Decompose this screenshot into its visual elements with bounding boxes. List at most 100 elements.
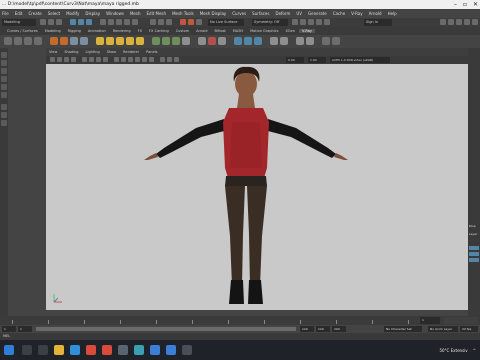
vray-light-icon[interactable]: [80, 37, 88, 45]
snap-grid-icon[interactable]: [100, 19, 106, 25]
shelf-tab[interactable]: Curves / Surfaces: [4, 29, 41, 33]
resolution-gate-icon[interactable]: [96, 57, 101, 62]
edge-browser-icon[interactable]: [70, 345, 80, 355]
menu-item[interactable]: UV: [296, 11, 302, 16]
shelf-tab-active[interactable]: V-Ray: [298, 29, 316, 33]
menu-item[interactable]: Modify: [66, 11, 79, 16]
film-gate-icon[interactable]: [89, 57, 94, 62]
shelf-tab[interactable]: Rendering: [110, 29, 134, 33]
snap-curve-icon[interactable]: [108, 19, 114, 25]
rotate-tool-icon[interactable]: [1, 84, 7, 90]
plugin-icon[interactable]: [296, 37, 304, 45]
store-icon[interactable]: [150, 345, 160, 355]
wireframe-shading-icon[interactable]: [114, 57, 119, 62]
proxy-icon[interactable]: [182, 37, 190, 45]
layer-label[interactable]: Layer: [469, 232, 477, 236]
select-by-hierarchy-icon[interactable]: [70, 19, 76, 25]
layer-row[interactable]: [469, 252, 479, 256]
chrome-icon[interactable]: [86, 345, 96, 355]
menu-item[interactable]: Edit: [15, 11, 23, 16]
shadows-icon[interactable]: [142, 57, 147, 62]
task-view-icon[interactable]: [38, 345, 48, 355]
shelf-tab[interactable]: Rigging: [65, 29, 84, 33]
camera-attributes-icon[interactable]: [57, 57, 62, 62]
terminal-icon[interactable]: [182, 345, 192, 355]
weather-widget[interactable]: 50°C Extensiv: [439, 348, 467, 353]
ies-light-icon[interactable]: [136, 37, 144, 45]
layer-row[interactable]: [469, 246, 479, 250]
render-icon[interactable]: [180, 19, 186, 25]
shelf-tab[interactable]: Modeling: [42, 29, 64, 33]
menu-item[interactable]: Windows: [106, 11, 124, 16]
shelf-tab[interactable]: Arnold: [193, 29, 210, 33]
dome-light-icon[interactable]: [96, 37, 104, 45]
xray-mode-icon[interactable]: [167, 57, 172, 62]
paint-select-icon[interactable]: [24, 37, 32, 45]
vrscene-export-icon[interactable]: [254, 37, 262, 45]
panel-menu-item[interactable]: View: [49, 50, 57, 54]
gamma-field[interactable]: 1.00: [308, 57, 326, 63]
hypershade-icon[interactable]: [322, 37, 330, 45]
fur-icon[interactable]: [198, 37, 206, 45]
select-by-object-icon[interactable]: [78, 19, 84, 25]
shelf-tab[interactable]: Animation: [85, 29, 109, 33]
shelf-tab[interactable]: Custom: [173, 29, 192, 33]
script-icon[interactable]: [270, 37, 278, 45]
persp-outliner-layout-icon[interactable]: [1, 120, 7, 126]
time-slider[interactable]: 1: [0, 316, 480, 325]
shelf-tab[interactable]: FX Caching: [146, 29, 172, 33]
tool-settings-toggle-icon[interactable]: [448, 19, 454, 25]
single-view-layout-icon[interactable]: [1, 104, 7, 110]
menu-item[interactable]: Display: [85, 11, 100, 16]
select-tool-icon[interactable]: [1, 52, 7, 58]
shelf-tab[interactable]: XGen: [283, 29, 298, 33]
vray-frame-buffer-icon[interactable]: [70, 37, 78, 45]
isolate-icon[interactable]: [308, 19, 314, 25]
image-plane-icon[interactable]: [71, 57, 76, 62]
range-value-field[interactable]: 200: [332, 326, 346, 332]
panel-menu-item[interactable]: Panels: [146, 50, 157, 54]
menu-item[interactable]: File: [2, 11, 9, 16]
scene-icon[interactable]: [218, 37, 226, 45]
steam-icon[interactable]: [118, 345, 128, 355]
shelf-tab[interactable]: Motion Graphics: [247, 29, 281, 33]
save-scene-icon[interactable]: [56, 19, 62, 25]
menu-item[interactable]: Help: [388, 11, 397, 16]
channel-box-toggle-icon[interactable]: [456, 19, 462, 25]
select-by-component-icon[interactable]: [86, 19, 92, 25]
playback-controls[interactable]: [444, 317, 478, 324]
open-scene-icon[interactable]: [48, 19, 54, 25]
output-ops-icon[interactable]: [158, 19, 164, 25]
file-explorer-icon[interactable]: [54, 345, 64, 355]
move-tool-icon[interactable]: [34, 37, 42, 45]
lasso-tool-icon[interactable]: [14, 37, 22, 45]
range-start-field[interactable]: 1: [18, 326, 32, 332]
chevron-up-icon[interactable]: ^: [473, 348, 476, 353]
shelf-tab[interactable]: Bifrost: [211, 29, 228, 33]
four-view-layout-icon[interactable]: [1, 112, 7, 118]
panel-menu-item[interactable]: Show: [107, 50, 116, 54]
construction-history-icon[interactable]: [166, 19, 172, 25]
maximize-icon[interactable]: ▫: [463, 0, 467, 9]
xray-icon[interactable]: [292, 19, 298, 25]
wireframe-icon[interactable]: [300, 19, 306, 25]
exposure-field[interactable]: 0.00: [286, 57, 304, 63]
character-set-dropdown[interactable]: No Character Set: [384, 326, 422, 332]
lights-icon[interactable]: [135, 57, 140, 62]
modeling-toolkit-toggle-icon[interactable]: [464, 19, 470, 25]
end-frame-field[interactable]: 120: [316, 326, 330, 332]
layer-row[interactable]: [469, 258, 479, 262]
scale-tool-icon[interactable]: [1, 92, 7, 98]
character-model[interactable]: [144, 66, 348, 304]
rect-light-icon[interactable]: [116, 37, 124, 45]
attribute-editor-toggle-icon[interactable]: [440, 19, 446, 25]
perspective-viewport[interactable]: [46, 64, 468, 310]
camera-select-icon[interactable]: [50, 57, 55, 62]
workspace-settings-icon[interactable]: [472, 19, 478, 25]
lasso-tool-icon[interactable]: [1, 60, 7, 66]
paint-tool-icon[interactable]: [1, 68, 7, 74]
search-icon[interactable]: [22, 345, 32, 355]
menu-item[interactable]: Mesh Display: [200, 11, 227, 16]
toon-material-icon[interactable]: [172, 37, 180, 45]
snap-view-plane-icon[interactable]: [124, 19, 130, 25]
